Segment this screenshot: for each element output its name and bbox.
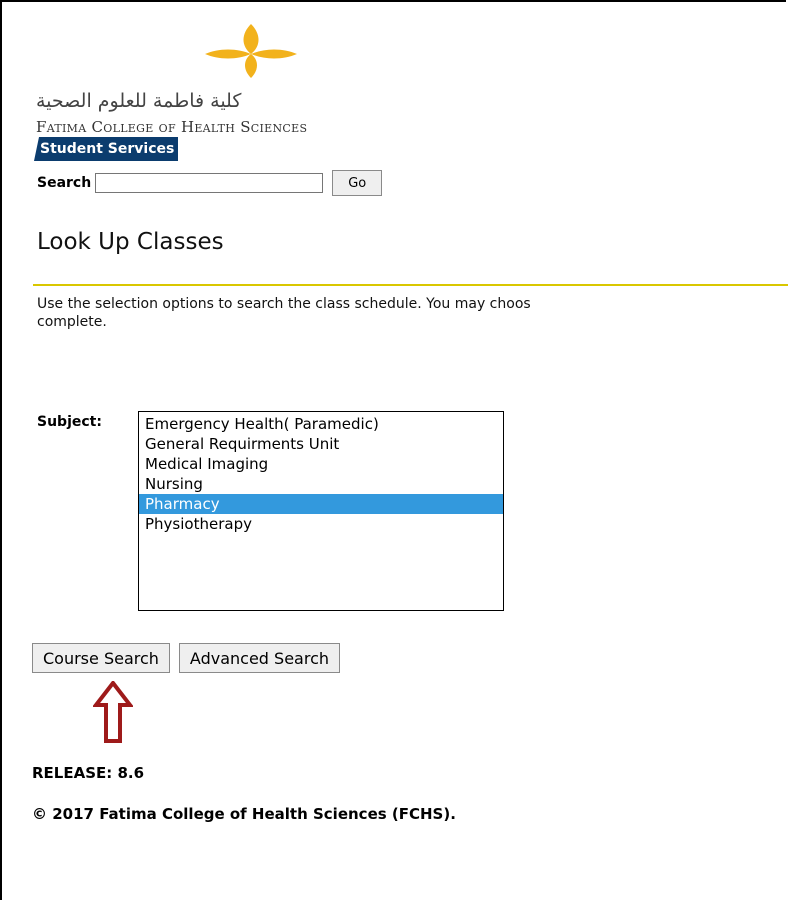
search-label: Search xyxy=(37,175,92,191)
subject-option-selected[interactable]: Pharmacy xyxy=(139,494,503,514)
search-buttons: Course Search Advanced Search xyxy=(32,643,349,673)
subject-listbox[interactable]: Emergency Health( Paramedic) General Req… xyxy=(138,411,504,611)
subject-option[interactable]: Medical Imaging xyxy=(139,454,503,474)
instructions-text: Use the selection options to search the … xyxy=(37,295,788,331)
subject-label: Subject: xyxy=(37,414,102,430)
page-title: Look Up Classes xyxy=(37,229,224,255)
logo-english-name: Fatima College of Health Sciences xyxy=(36,118,308,136)
course-search-button[interactable]: Course Search xyxy=(32,643,170,673)
college-logo[interactable]: كلية فاطمة للعلوم الصحية Fatima College … xyxy=(36,12,466,136)
subject-option[interactable]: General Requirments Unit xyxy=(139,434,503,454)
search-input[interactable] xyxy=(95,173,324,193)
flower-logo-icon xyxy=(205,24,297,78)
arrow-up-outline-icon xyxy=(93,681,133,743)
subject-option[interactable]: Nursing xyxy=(139,474,503,494)
copyright-text: © 2017 Fatima College of Health Sciences… xyxy=(32,805,456,823)
divider xyxy=(33,284,788,286)
subject-option[interactable]: Physiotherapy xyxy=(139,514,503,534)
search-bar: Search Go xyxy=(37,170,383,196)
subject-option[interactable]: Emergency Health( Paramedic) xyxy=(139,414,503,434)
logo-arabic-name: كلية فاطمة للعلوم الصحية xyxy=(36,90,242,112)
go-button[interactable]: Go xyxy=(332,170,383,196)
release-version: RELEASE: 8.6 xyxy=(32,764,145,782)
instructions-line-1: Use the selection options to search the … xyxy=(37,296,531,312)
instructions-line-2: complete. xyxy=(37,314,107,330)
advanced-search-button[interactable]: Advanced Search xyxy=(178,643,341,673)
tab-student-services[interactable]: Student Services xyxy=(34,137,179,161)
